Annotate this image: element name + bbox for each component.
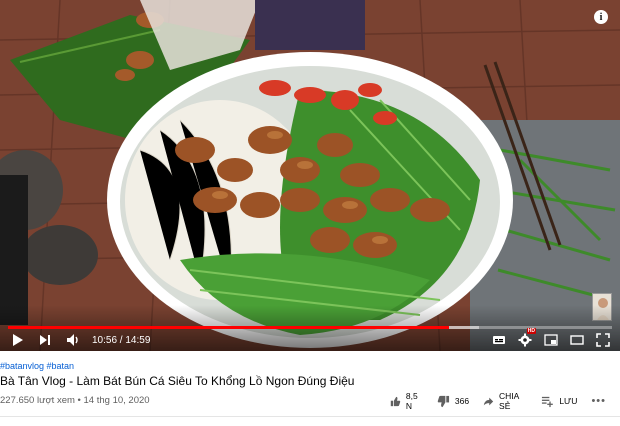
miniplayer-icon	[544, 334, 558, 346]
dislike-count: 366	[454, 396, 470, 406]
hashtags-link[interactable]: #batanvlog #batan	[0, 361, 74, 371]
play-icon	[13, 334, 23, 346]
subtitles-icon	[493, 336, 505, 344]
settings-button[interactable]: HD	[514, 328, 536, 350]
subtitles-button[interactable]	[488, 330, 510, 350]
video-title: Bà Tân Vlog - Làm Bát Bún Cá Siêu To Khổ…	[0, 374, 355, 388]
share-icon	[483, 397, 494, 405]
hd-badge: HD	[526, 328, 536, 334]
thumbs-up-icon	[390, 396, 401, 406]
played-bar	[8, 326, 449, 329]
info-icon[interactable]: i	[594, 10, 608, 24]
gear-icon	[518, 333, 532, 347]
duration: 14:59	[125, 334, 151, 346]
share-label: CHIA SẺ	[499, 391, 519, 411]
progress-bar[interactable]	[8, 326, 612, 329]
share-button[interactable]: CHIA SẺ	[483, 391, 527, 411]
video-meta: 227.650 lượt xem • 14 thg 10, 2020	[0, 395, 150, 406]
next-button[interactable]	[34, 330, 56, 350]
volume-button[interactable]	[62, 330, 84, 350]
like-count: 8,5 N	[405, 391, 418, 411]
upload-date: 14 thg 10, 2020	[83, 395, 150, 406]
save-label: LƯU	[559, 396, 578, 406]
action-bar: 8,5 N 366 CHIA SẺ LƯU •••	[390, 391, 620, 411]
more-actions-button[interactable]: •••	[591, 395, 606, 407]
play-button[interactable]	[6, 330, 28, 350]
time-display: 10:56 / 14:59	[92, 335, 150, 346]
divider	[0, 416, 620, 417]
current-time: 10:56	[92, 334, 118, 346]
dislike-button[interactable]: 366	[437, 395, 469, 408]
skip-next-icon	[40, 335, 50, 345]
thumbs-down-icon	[437, 395, 449, 407]
meta-separator: •	[74, 395, 84, 406]
video-player[interactable]: i 10:56 / 14:59 HD	[0, 0, 620, 351]
view-count: 227.650 lượt xem	[0, 395, 75, 406]
theater-icon	[570, 335, 584, 345]
fullscreen-button[interactable]	[592, 330, 614, 350]
save-button[interactable]: LƯU	[541, 395, 577, 408]
volume-icon	[67, 334, 78, 346]
miniplayer-button[interactable]	[540, 330, 562, 350]
player-controls: 10:56 / 14:59 HD	[0, 328, 620, 350]
video-frame	[0, 0, 620, 351]
theater-button[interactable]	[566, 330, 588, 350]
playlist-add-icon	[542, 396, 554, 407]
like-button[interactable]: 8,5 N	[390, 391, 423, 411]
fullscreen-icon	[596, 333, 610, 347]
